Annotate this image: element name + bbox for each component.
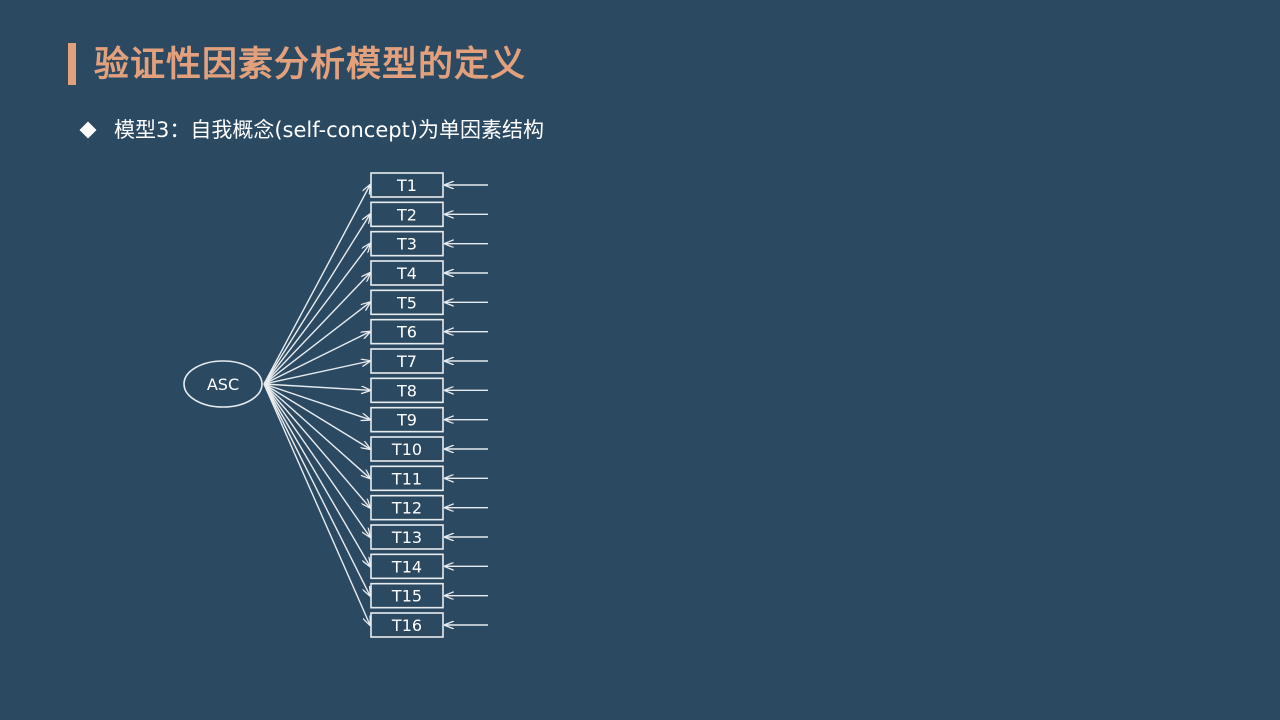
indicator-label-t1: T1 bbox=[396, 176, 417, 195]
indicator-label-t2: T2 bbox=[396, 205, 417, 224]
loading-path-t14 bbox=[263, 383, 370, 566]
indicator-label-t16: T16 bbox=[391, 616, 422, 635]
loading-path-t1 bbox=[263, 185, 370, 385]
indicator-boxes: T1 T2 T3 T4 T5 T6 T7 T8 T9 T10 T11 T12 T13 T14 T15 T16 bbox=[370, 172, 444, 638]
indicator-label-t4: T4 bbox=[396, 264, 417, 283]
loading-path-t4 bbox=[263, 273, 370, 385]
indicator-label-t7: T7 bbox=[396, 352, 417, 371]
indicator-label-t11: T11 bbox=[391, 469, 422, 488]
indicator-label-t15: T15 bbox=[391, 587, 422, 606]
indicator-label-t8: T8 bbox=[396, 381, 417, 400]
error-term-arrows bbox=[445, 185, 488, 625]
loading-path-t13 bbox=[263, 383, 370, 537]
loading-path-t16 bbox=[263, 383, 370, 625]
indicator-label-t12: T12 bbox=[391, 499, 422, 518]
cfa-path-diagram: T1T2T3T4T5T6T7T8T9T10T11T12T13T14T15T16 … bbox=[183, 172, 488, 638]
indicator-label-t10: T10 bbox=[391, 440, 422, 459]
indicator-label-t5: T5 bbox=[396, 293, 417, 312]
indicator-label-t14: T14 bbox=[391, 557, 422, 576]
factor-loading-paths bbox=[263, 185, 370, 625]
indicator-label-t3: T3 bbox=[396, 235, 417, 254]
indicator-label-t13: T13 bbox=[391, 528, 422, 547]
latent-factor: ASC bbox=[183, 360, 263, 408]
indicator-label-t9: T9 bbox=[396, 411, 417, 430]
loading-path-t11 bbox=[263, 383, 370, 478]
latent-factor-label: ASC bbox=[207, 375, 239, 394]
indicator-label-t6: T6 bbox=[396, 323, 417, 342]
